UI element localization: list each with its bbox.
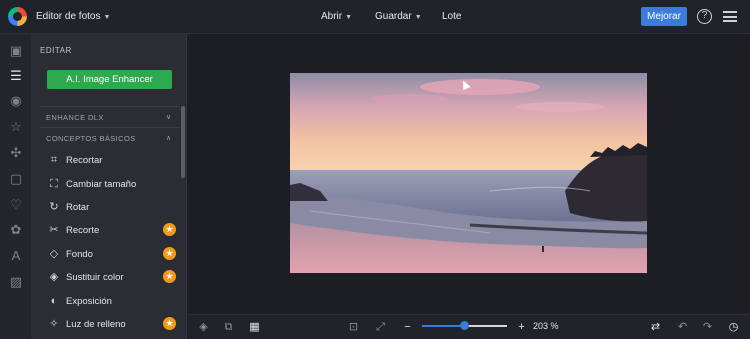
frame-icon[interactable]: ▢ bbox=[9, 172, 23, 186]
expand-icon[interactable]: ⤢ bbox=[374, 321, 387, 334]
nav-guardar-label: Guardar bbox=[375, 11, 412, 22]
menu-item-recorte[interactable]: ✂ Recorte ★ bbox=[48, 223, 178, 239]
compare-icon[interactable]: ⧉ bbox=[222, 321, 235, 334]
nav-guardar[interactable]: Guardar ▼ bbox=[375, 11, 422, 22]
nav-abrir[interactable]: Abrir ▼ bbox=[321, 11, 352, 22]
adjust-sliders-icon[interactable]: ☰ bbox=[9, 69, 23, 83]
premium-star-icon: ★ bbox=[163, 247, 176, 260]
background-icon: ◇ bbox=[49, 248, 59, 260]
menu-item-label: Cambiar tamaño bbox=[66, 179, 137, 190]
exposure-icon: ◐ bbox=[50, 295, 58, 307]
edit-panel: EDITAR A.I. Image Enhancer ENHANCE DLX ∨… bbox=[32, 34, 187, 339]
top-bar: Editor de fotos ▼ Abrir ▼ Guardar ▼ Lote Me… bbox=[0, 0, 750, 34]
redo-icon[interactable]: ↷ bbox=[701, 321, 714, 334]
zoom-slider-fill bbox=[422, 325, 464, 327]
menu-item-recortar[interactable]: ⌗ Recortar bbox=[48, 153, 178, 169]
fit-screen-icon[interactable]: ⊡ bbox=[347, 321, 360, 334]
nav-lote[interactable]: Lote bbox=[442, 11, 461, 22]
menu-item-exposicion[interactable]: ◐ Exposición bbox=[48, 294, 178, 310]
menu-item-rotar[interactable]: ↻ Rotar bbox=[48, 200, 178, 216]
app-logo[interactable] bbox=[8, 7, 27, 26]
section-enhance-dlx[interactable]: ENHANCE DLX bbox=[46, 113, 104, 122]
zoom-in-button[interactable]: + bbox=[515, 321, 528, 334]
ai-image-enhancer-button[interactable]: A.I. Image Enhancer bbox=[47, 70, 172, 89]
chevron-up-icon[interactable]: ∧ bbox=[166, 134, 171, 142]
panel-title: EDITAR bbox=[40, 46, 72, 55]
layers-icon[interactable]: ◈ bbox=[197, 321, 210, 334]
text-icon[interactable]: A bbox=[9, 249, 23, 263]
texture-icon[interactable]: ▨ bbox=[9, 275, 23, 289]
menu-item-cambiar-tamano[interactable]: ⛶ Cambiar tamaño bbox=[48, 177, 178, 193]
zoom-slider-handle[interactable] bbox=[460, 321, 469, 330]
chevron-down-icon: ▼ bbox=[103, 14, 111, 21]
resize-icon: ⛶ bbox=[50, 178, 58, 190]
crop-icon: ⌗ bbox=[50, 154, 58, 166]
premium-star-icon: ★ bbox=[163, 317, 176, 330]
hamburger-menu-icon[interactable] bbox=[723, 11, 737, 22]
replace-color-icon: ◈ bbox=[49, 271, 59, 283]
nav-lote-label: Lote bbox=[442, 11, 462, 22]
eye-icon[interactable]: ◉ bbox=[9, 94, 23, 108]
help-icon[interactable]: ? bbox=[697, 9, 712, 24]
menu-item-sustituir-color[interactable]: ◈ Sustituir color ★ bbox=[48, 270, 178, 286]
grid-layout-icon[interactable]: ▦ bbox=[248, 321, 261, 334]
menu-item-label: Fondo bbox=[66, 249, 93, 260]
undo-icon[interactable]: ↶ bbox=[676, 321, 689, 334]
chevron-down-icon[interactable]: ∨ bbox=[166, 113, 171, 121]
divider bbox=[40, 127, 179, 128]
mejorar-button[interactable]: Mejorar bbox=[641, 7, 687, 26]
menu-item-label: Rotar bbox=[66, 202, 90, 213]
chevron-down-icon: ▼ bbox=[345, 14, 353, 21]
app-title-label: Editor de fotos bbox=[36, 11, 101, 22]
section-conceptos-basicos[interactable]: CONCEPTOS BÁSICOS bbox=[46, 134, 136, 143]
divider bbox=[40, 106, 179, 107]
menu-item-label: Recorte bbox=[66, 225, 100, 236]
scissors-icon: ✂ bbox=[49, 224, 59, 236]
history-icon[interactable]: ◷ bbox=[727, 321, 740, 334]
heart-icon[interactable]: ♡ bbox=[9, 198, 23, 212]
premium-star-icon: ★ bbox=[163, 223, 176, 236]
flip-icon[interactable]: ⇄ bbox=[649, 321, 662, 334]
menu-item-label: Recortar bbox=[66, 155, 103, 166]
menu-item-label: Sustituir color bbox=[66, 272, 124, 283]
badge-icon[interactable]: ✿ bbox=[9, 223, 23, 237]
tool-rail: ▣ ☰ ◉ ☆ ✣ ▢ ♡ ✿ A ▨ bbox=[0, 34, 32, 339]
chevron-down-icon: ▼ bbox=[414, 14, 422, 21]
menu-item-fondo[interactable]: ◇ Fondo ★ bbox=[48, 247, 178, 263]
app-title-dropdown[interactable]: Editor de fotos ▼ bbox=[36, 11, 110, 22]
fill-light-icon: ✧ bbox=[49, 318, 59, 330]
image-icon[interactable]: ▣ bbox=[9, 44, 23, 58]
photo-preview[interactable] bbox=[290, 73, 647, 273]
menu-item-luz-de-relleno[interactable]: ✧ Luz de relleno ★ bbox=[48, 317, 178, 333]
zoom-level: 203 % bbox=[533, 321, 559, 331]
zoom-out-button[interactable]: − bbox=[401, 321, 414, 334]
rotate-icon: ↻ bbox=[49, 201, 59, 213]
panel-scrollbar[interactable] bbox=[181, 106, 185, 178]
premium-star-icon: ★ bbox=[163, 270, 176, 283]
menu-item-label: Exposición bbox=[66, 296, 112, 307]
menu-item-label: Luz de relleno bbox=[66, 319, 126, 330]
effects-icon[interactable]: ✣ bbox=[9, 146, 23, 160]
star-icon[interactable]: ☆ bbox=[9, 120, 23, 134]
nav-abrir-label: Abrir bbox=[321, 11, 343, 22]
